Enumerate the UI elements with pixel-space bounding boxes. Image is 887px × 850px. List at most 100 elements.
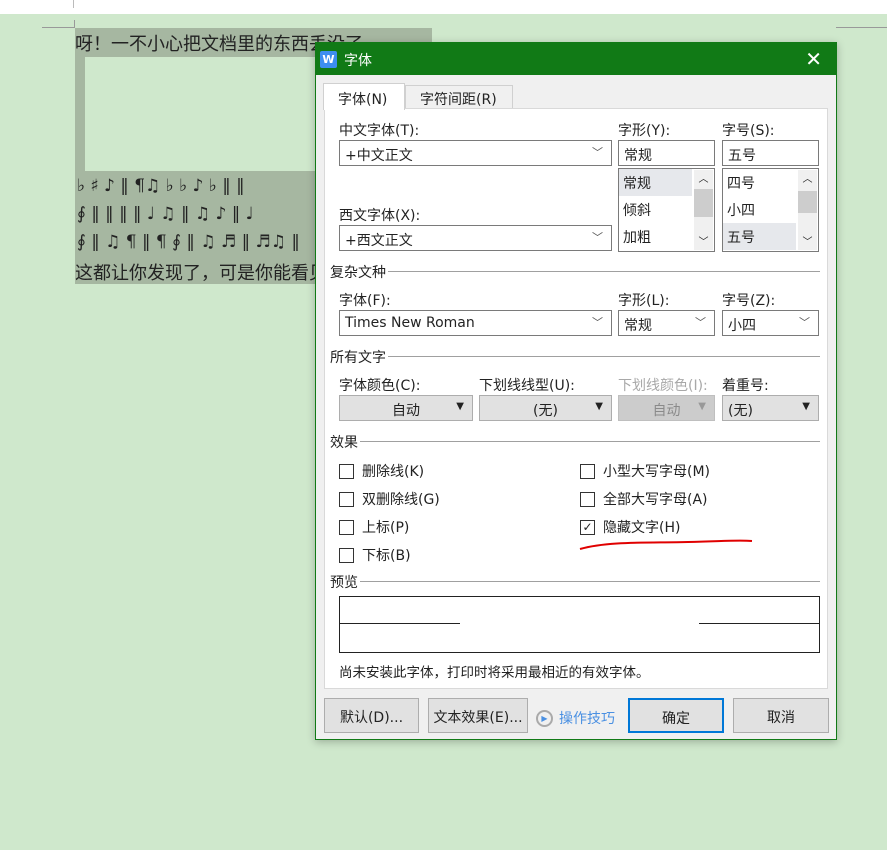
checkbox-box[interactable] bbox=[339, 491, 354, 507]
wps-app-icon: W bbox=[320, 51, 337, 68]
size-label: 字号(S): bbox=[722, 123, 775, 139]
preview-section-title: 预览 bbox=[330, 572, 360, 592]
scrollbar[interactable]: ︿ ﹀ bbox=[798, 170, 817, 250]
doc-music-row-2[interactable]: ∮ ‖ ‖ ‖ ‖ ♩ ♫ ‖ ♫ ♪ ‖ ♩ bbox=[77, 204, 317, 224]
preview-baseline bbox=[340, 623, 460, 624]
page-corner-mark bbox=[73, 0, 74, 8]
subscript-checkbox[interactable]: 下标(B) bbox=[339, 545, 411, 565]
checkbox-label: 双删除线(G) bbox=[362, 492, 440, 508]
chevron-down-icon: ﹀ bbox=[592, 231, 603, 244]
doc-line-2[interactable]: 这都让你发现了，可是你能看见吗 bbox=[75, 259, 315, 285]
font-color-dropdown[interactable]: 自动 ▼ bbox=[339, 395, 473, 421]
checkbox-box[interactable] bbox=[339, 463, 354, 479]
small-caps-checkbox[interactable]: 小型大写字母(M) bbox=[580, 461, 710, 481]
ruler-strip bbox=[0, 0, 887, 14]
style-list[interactable]: 常规 倾斜 加粗 ︿ ﹀ bbox=[618, 168, 715, 252]
complex-style-label: 字形(L): bbox=[618, 293, 670, 309]
dialog-title: 字体 bbox=[344, 53, 372, 69]
complex-font-label: 字体(F): bbox=[339, 293, 391, 309]
checkbox-box[interactable] bbox=[580, 463, 595, 479]
style-option[interactable]: 常规 bbox=[619, 169, 692, 196]
tab-font[interactable]: 字体(N) bbox=[323, 83, 405, 110]
underline-style-label: 下划线线型(U): bbox=[479, 378, 575, 394]
style-label: 字形(Y): bbox=[618, 123, 671, 139]
dialog-titlebar[interactable]: W 字体 ✕ bbox=[316, 43, 836, 75]
hidden-text-checkbox[interactable]: ✓ 隐藏文字(H) bbox=[580, 517, 680, 537]
dropdown-arrow-icon: ▼ bbox=[595, 401, 603, 412]
strikethrough-checkbox[interactable]: 删除线(K) bbox=[339, 461, 424, 481]
text-effects-button[interactable]: 文本效果(E)... bbox=[428, 698, 528, 733]
western-font-combo[interactable]: +西文正文 ﹀ bbox=[339, 225, 612, 251]
superscript-checkbox[interactable]: 上标(P) bbox=[339, 517, 409, 537]
checkbox-label: 上标(P) bbox=[362, 520, 410, 536]
play-icon: ▶ bbox=[536, 709, 553, 727]
chinese-font-value: +中文正文 bbox=[345, 148, 413, 164]
font-dialog: W 字体 ✕ 字体(N) 字符间距(R) 中文字体(T): +中文正文 ﹀ 西文字… bbox=[315, 42, 837, 740]
chevron-down-icon: ﹀ bbox=[592, 146, 603, 159]
style-input[interactable]: 常规 bbox=[618, 140, 715, 166]
doc-music-row-1[interactable]: ♭ ♯ ♪ ‖ ¶♫ ♭ ♭ ♪ ♭ ‖ ‖ bbox=[77, 176, 317, 196]
chevron-down-icon: ﹀ bbox=[799, 316, 810, 329]
checkmark-icon[interactable]: ✓ bbox=[580, 519, 595, 535]
scroll-thumb[interactable] bbox=[798, 191, 817, 213]
ok-button[interactable]: 确定 bbox=[628, 698, 724, 733]
underline-color-value: 自动 bbox=[652, 403, 681, 419]
underline-style-dropdown[interactable]: (无) ▼ bbox=[479, 395, 612, 421]
tips-link[interactable]: ▶ 操作技巧 bbox=[536, 708, 615, 728]
scroll-down-icon[interactable]: ﹀ bbox=[694, 233, 713, 248]
western-font-label: 西文字体(X): bbox=[339, 208, 421, 224]
tips-label: 操作技巧 bbox=[559, 711, 615, 727]
scroll-thumb[interactable] bbox=[694, 189, 713, 217]
underline-style-value: (无) bbox=[533, 403, 558, 419]
checkbox-box[interactable] bbox=[339, 547, 354, 563]
size-input[interactable]: 五号 bbox=[722, 140, 819, 166]
complex-size-value: 小四 bbox=[728, 318, 756, 334]
close-icon[interactable]: ✕ bbox=[805, 47, 822, 71]
divider bbox=[330, 581, 820, 582]
checkbox-label: 全部大写字母(A) bbox=[603, 492, 708, 508]
preview-box bbox=[339, 596, 820, 653]
tab-character-spacing[interactable]: 字符间距(R) bbox=[405, 85, 513, 108]
underline-color-label: 下划线颜色(I): bbox=[618, 378, 708, 394]
scroll-down-icon[interactable]: ﹀ bbox=[798, 233, 817, 248]
checkbox-box[interactable] bbox=[580, 491, 595, 507]
divider bbox=[330, 271, 820, 272]
complex-section-title: 复杂文种 bbox=[330, 262, 388, 282]
preview-note: 尚未安装此字体，打印时将采用最相近的有效字体。 bbox=[339, 665, 650, 681]
checkbox-label: 下标(B) bbox=[362, 548, 411, 564]
page-corner-mark bbox=[836, 27, 887, 28]
chevron-down-icon: ﹀ bbox=[592, 316, 603, 329]
complex-size-label: 字号(Z): bbox=[722, 293, 776, 309]
complex-style-combo[interactable]: 常规 ﹀ bbox=[618, 310, 715, 336]
font-color-label: 字体颜色(C): bbox=[339, 378, 421, 394]
emphasis-label: 着重号: bbox=[722, 378, 769, 394]
chinese-font-combo[interactable]: +中文正文 ﹀ bbox=[339, 140, 612, 166]
checkbox-box[interactable] bbox=[339, 519, 354, 535]
complex-size-combo[interactable]: 小四 ﹀ bbox=[722, 310, 819, 336]
all-caps-checkbox[interactable]: 全部大写字母(A) bbox=[580, 489, 708, 509]
emphasis-value: (无) bbox=[728, 403, 753, 419]
emphasis-dropdown[interactable]: (无) ▼ bbox=[722, 395, 819, 421]
scroll-up-icon[interactable]: ︿ bbox=[694, 170, 713, 185]
dropdown-arrow-icon: ▼ bbox=[456, 401, 464, 412]
chevron-down-icon: ﹀ bbox=[695, 316, 706, 329]
red-annotation-underline bbox=[579, 539, 753, 550]
cancel-button[interactable]: 取消 bbox=[733, 698, 829, 733]
doc-music-row-3[interactable]: ∮ ‖ ♫ ¶ ‖ ¶ ∮ ‖ ♫ ♬ ‖ ♬♫ ‖ bbox=[77, 232, 317, 252]
page-corner-mark bbox=[74, 20, 75, 28]
scrollbar[interactable]: ︿ ﹀ bbox=[694, 170, 713, 250]
dropdown-arrow-icon: ▼ bbox=[802, 401, 810, 412]
underline-color-dropdown: 自动 ▼ bbox=[618, 395, 715, 421]
font-color-value: 自动 bbox=[392, 403, 420, 419]
complex-font-combo[interactable]: Times New Roman ﹀ bbox=[339, 310, 612, 336]
scroll-up-icon[interactable]: ︿ bbox=[798, 170, 817, 185]
complex-font-value: Times New Roman bbox=[345, 315, 475, 331]
size-option[interactable]: 五号 bbox=[723, 223, 796, 250]
size-list[interactable]: 四号 小四 五号 ︿ ﹀ bbox=[722, 168, 819, 252]
double-strikethrough-checkbox[interactable]: 双删除线(G) bbox=[339, 489, 440, 509]
default-button[interactable]: 默认(D)... bbox=[324, 698, 419, 733]
checkbox-label: 小型大写字母(M) bbox=[603, 464, 711, 480]
divider bbox=[330, 356, 820, 357]
complex-style-value: 常规 bbox=[624, 318, 652, 334]
chinese-font-label: 中文字体(T): bbox=[339, 123, 420, 139]
